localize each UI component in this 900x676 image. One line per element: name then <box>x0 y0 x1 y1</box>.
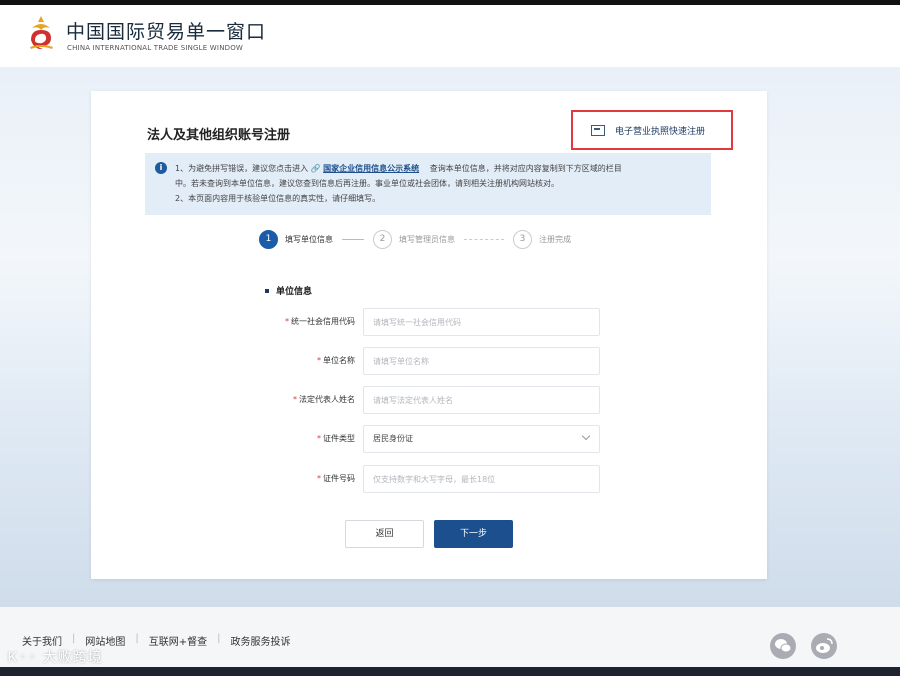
step-3-label: 注册完成 <box>539 234 571 244</box>
id-number-label: * 证件号码 <box>317 465 355 493</box>
step-3: 3 注册完成 <box>513 229 571 249</box>
id-type-label-text: 证件类型 <box>323 434 355 443</box>
company-name-label-text: 单位名称 <box>323 356 355 365</box>
company-name-input[interactable] <box>363 347 600 375</box>
credit-code-label-text: 统一社会信用代码 <box>291 317 355 326</box>
notice-line-1-suffix: 查询本单位信息，并将对应内容复制到下方区域的栏目 <box>429 164 622 173</box>
form-row-credit-code: * 统一社会信用代码 <box>91 308 767 336</box>
step-1-label: 填写单位信息 <box>285 234 333 244</box>
weibo-icon[interactable] <box>811 633 837 659</box>
notice-line-1: 1、为避免拼写错误，建议您点击进入 🔗 国家企业信用信息公示系统 查询本单位信息… <box>175 161 701 176</box>
site-title: 中国国际贸易单一窗口 <box>66 21 267 43</box>
watermark: Ꮶ◦◦ 大败跨境 <box>8 647 103 667</box>
form-row-legal-rep: * 法定代表人姓名 <box>91 386 767 414</box>
footer-separator: | <box>217 633 221 644</box>
step-1: 1 填写单位信息 <box>259 229 333 249</box>
info-icon: i <box>155 162 167 174</box>
site-footer: 关于我们 | 网站地图 | 互联网+督查 | 政务服务投诉 Ꮶ◦◦ 大败跨境 <box>0 607 900 667</box>
legal-rep-label-text: 法定代表人姓名 <box>299 395 355 404</box>
step-connector <box>464 238 504 240</box>
legal-rep-label: * 法定代表人姓名 <box>293 386 355 414</box>
id-type-select[interactable]: 居民身份证 <box>363 425 600 453</box>
form-row-id-type: * 证件类型 居民身份证 <box>91 425 767 453</box>
footer-separator: | <box>135 633 139 644</box>
footer-link-about[interactable]: 关于我们 <box>22 633 62 648</box>
id-number-label-text: 证件号码 <box>323 474 355 483</box>
required-mark: * <box>317 434 321 443</box>
footer-separator: | <box>72 633 76 644</box>
company-name-label: * 单位名称 <box>317 347 355 375</box>
credit-code-input[interactable] <box>363 308 600 336</box>
step-2: 2 填写管理员信息 <box>373 229 455 249</box>
credit-code-label: * 统一社会信用代码 <box>285 308 355 336</box>
footer-link-supervision[interactable]: 互联网+督查 <box>149 633 207 648</box>
back-button[interactable]: 返回 <box>345 520 424 548</box>
required-mark: * <box>285 317 289 326</box>
section-title: 单位信息 <box>265 284 312 297</box>
step-2-label: 填写管理员信息 <box>399 234 455 244</box>
id-number-input[interactable] <box>363 465 600 493</box>
quick-register-label: 电子营业执照快速注册 <box>615 126 706 137</box>
step-connector <box>342 238 364 240</box>
credit-system-link[interactable]: 国家企业信用信息公示系统 <box>323 164 419 173</box>
legal-rep-input[interactable] <box>363 386 600 414</box>
next-button[interactable]: 下一步 <box>434 520 513 548</box>
os-taskbar <box>0 667 900 676</box>
notice-line-1-prefix: 1、为避免拼写错误，建议您点击进入 <box>175 164 309 173</box>
watermark-logo-icon: Ꮶ◦◦ <box>8 650 38 666</box>
step-3-number: 3 <box>513 229 532 249</box>
footer-link-sitemap[interactable]: 网站地图 <box>85 633 125 648</box>
wechat-icon[interactable] <box>770 633 796 659</box>
watermark-text: 大败跨境 <box>42 650 103 666</box>
id-type-label: * 证件类型 <box>317 425 355 453</box>
step-2-number: 2 <box>373 229 392 249</box>
site-subtitle: CHINA INTERNATIONAL TRADE SINGLE WINDOW <box>67 44 244 52</box>
business-license-icon <box>591 124 605 136</box>
step-1-number: 1 <box>259 229 278 249</box>
form-row-company-name: * 单位名称 <box>91 347 767 375</box>
notice-line-3: 2、本页面内容用于核验单位信息的真实性，请仔细填写。 <box>175 194 381 203</box>
form-row-id-number: * 证件号码 <box>91 465 767 493</box>
notice-line-2: 中。若未查询到本单位信息，建议您查到信息后再注册。事业单位或社会团体，请到相关注… <box>175 179 559 188</box>
site-logo-icon[interactable] <box>26 14 56 54</box>
section-bullet-icon <box>265 288 269 293</box>
quick-register-button[interactable]: 电子营业执照快速注册 <box>571 110 733 150</box>
section-title-text: 单位信息 <box>276 287 313 297</box>
required-mark: * <box>317 474 321 483</box>
notice-box: i 1、为避免拼写错误，建议您点击进入 🔗 国家企业信用信息公示系统 查询本单位… <box>145 153 711 215</box>
link-icon: 🔗 <box>310 164 321 173</box>
required-mark: * <box>293 395 297 404</box>
registration-card: 法人及其他组织账号注册 电子营业执照快速注册 i 1、为避免拼写错误，建议您点击… <box>91 91 767 579</box>
page-title: 法人及其他组织账号注册 <box>147 128 291 143</box>
footer-links: 关于我们 | 网站地图 | 互联网+督查 | 政务服务投诉 <box>22 633 291 648</box>
site-header: 中国国际贸易单一窗口 CHINA INTERNATIONAL TRADE SIN… <box>0 5 900 67</box>
footer-link-complaint[interactable]: 政务服务投诉 <box>231 633 291 648</box>
required-mark: * <box>317 356 321 365</box>
step-indicator: 1 填写单位信息 2 填写管理员信息 3 注册完成 <box>259 228 571 250</box>
